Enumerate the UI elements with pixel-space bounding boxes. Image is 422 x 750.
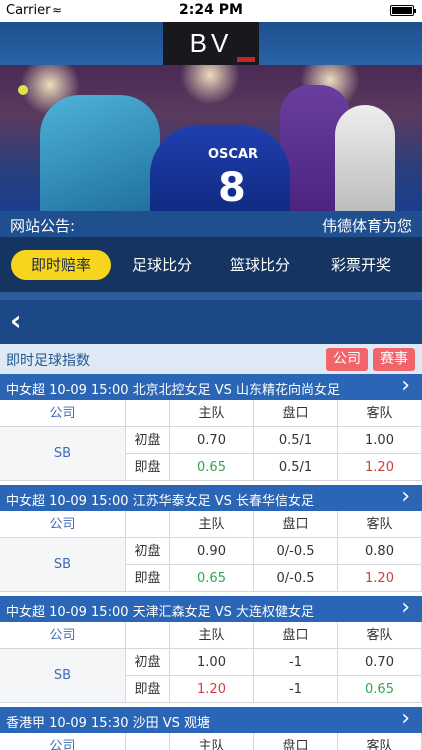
- company-filter-button[interactable]: 公司: [326, 348, 368, 371]
- match-header[interactable]: 香港甲 10-09 15:30 沙田 VS 观塘 ›: [0, 706, 422, 733]
- column-header-handicap: 盘口: [254, 622, 338, 649]
- odds-row-label: 即盘: [126, 676, 170, 703]
- handicap-value: 0/-0.5: [254, 538, 338, 565]
- home-odds: 0.90: [170, 538, 254, 565]
- handicap-value: 0.5/1: [254, 454, 338, 481]
- announcement-text: 伟德体育为您: [321, 217, 412, 235]
- match-title: 中女超 10-09 15:00 北京北控女足 VS 山东精花向尚女足: [6, 383, 341, 398]
- tab-lottery-results[interactable]: 彩票开奖: [315, 250, 407, 280]
- home-odds: 0.65: [170, 565, 254, 592]
- match-title: 香港甲 10-09 15:30 沙田 VS 观塘: [6, 716, 211, 731]
- jersey-name-image: OSCAR: [208, 147, 259, 162]
- back-chevron-icon[interactable]: ‹: [10, 304, 22, 337]
- chevron-right-icon[interactable]: ›: [401, 595, 410, 620]
- match-title: 中女超 10-09 15:00 江苏华泰女足 VS 长春华信女足: [6, 494, 315, 509]
- company-name: SB: [0, 538, 126, 592]
- column-header-away: 客队: [338, 733, 422, 750]
- event-filter-button[interactable]: 赛事: [373, 348, 415, 371]
- jersey-number-image: 8: [218, 165, 246, 211]
- column-header-company: 公司: [0, 733, 126, 750]
- status-bar: Carrier ≈ 2:24 PM: [0, 0, 422, 22]
- column-header-home: 主队: [170, 733, 254, 750]
- away-odds: 0.65: [338, 676, 422, 703]
- column-header-blank: [126, 622, 170, 649]
- odds-row-label: 初盘: [126, 649, 170, 676]
- column-header-blank: [126, 511, 170, 538]
- match-header[interactable]: 中女超 10-09 15:00 北京北控女足 VS 山东精花向尚女足 ›: [0, 373, 422, 400]
- promo-banner[interactable]: OSCAR 8: [0, 65, 422, 211]
- column-header-blank: [126, 733, 170, 750]
- away-odds: 0.70: [338, 649, 422, 676]
- match-header[interactable]: 中女超 10-09 15:00 天津汇森女足 VS 大连权健女足 ›: [0, 595, 422, 622]
- tab-football-scores[interactable]: 足球比分: [117, 250, 207, 280]
- section-header: 即时足球指数 公司 赛事: [0, 344, 422, 374]
- company-name: SB: [0, 649, 126, 703]
- column-header-handicap: 盘口: [254, 400, 338, 427]
- odds-row-label: 初盘: [126, 427, 170, 454]
- column-header-company: 公司: [0, 622, 126, 649]
- handicap-value: 0/-0.5: [254, 565, 338, 592]
- column-header-home: 主队: [170, 622, 254, 649]
- section-title: 即时足球指数: [6, 353, 90, 369]
- chevron-right-icon[interactable]: ›: [401, 373, 410, 398]
- home-odds: 1.00: [170, 649, 254, 676]
- logo-text: BV: [189, 28, 233, 58]
- chevron-right-icon[interactable]: ›: [401, 484, 410, 509]
- logo-tag: [237, 57, 255, 62]
- column-header-company: 公司: [0, 511, 126, 538]
- floodlight-decoration: [180, 65, 240, 105]
- column-header-company: 公司: [0, 400, 126, 427]
- tennis-player-image: [40, 95, 160, 211]
- logo-bar: BV: [0, 22, 422, 65]
- battery-icon: [390, 5, 416, 16]
- company-name: SB: [0, 427, 126, 481]
- clock: 2:24 PM: [179, 2, 243, 18]
- away-odds: 1.20: [338, 565, 422, 592]
- column-header-away: 客队: [338, 622, 422, 649]
- handicap-value: -1: [254, 676, 338, 703]
- home-odds: 0.65: [170, 454, 254, 481]
- away-odds: 0.80: [338, 538, 422, 565]
- app-logo[interactable]: BV: [163, 22, 259, 65]
- tab-live-odds[interactable]: 即时赔率: [11, 250, 111, 280]
- column-header-home: 主队: [170, 511, 254, 538]
- announcement-bar: 网站公告: 伟德体育为您: [0, 211, 422, 237]
- odds-row-label: 初盘: [126, 538, 170, 565]
- handicap-value: 0.5/1: [254, 427, 338, 454]
- odds-row-label: 即盘: [126, 565, 170, 592]
- home-odds: 0.70: [170, 427, 254, 454]
- handicap-value: -1: [254, 649, 338, 676]
- basketball-player-image: [335, 105, 395, 211]
- column-header-handicap: 盘口: [254, 733, 338, 750]
- column-header-blank: [126, 400, 170, 427]
- column-header-handicap: 盘口: [254, 511, 338, 538]
- home-odds: 1.20: [170, 676, 254, 703]
- away-odds: 1.00: [338, 427, 422, 454]
- match-title: 中女超 10-09 15:00 天津汇森女足 VS 大连权健女足: [6, 605, 315, 620]
- chevron-right-icon[interactable]: ›: [401, 706, 410, 731]
- column-header-away: 客队: [338, 400, 422, 427]
- main-tabs: 即时赔率 足球比分 篮球比分 彩票开奖: [0, 237, 422, 292]
- tennis-ball-image: [18, 85, 28, 95]
- column-header-home: 主队: [170, 400, 254, 427]
- odds-row-label: 即盘: [126, 454, 170, 481]
- announcement-label: 网站公告:: [10, 217, 76, 235]
- away-odds: 1.20: [338, 454, 422, 481]
- nav-bar: ‹: [0, 292, 422, 344]
- tab-basketball-scores[interactable]: 篮球比分: [215, 250, 305, 280]
- column-header-away: 客队: [338, 511, 422, 538]
- match-header[interactable]: 中女超 10-09 15:00 江苏华泰女足 VS 长春华信女足 ›: [0, 484, 422, 511]
